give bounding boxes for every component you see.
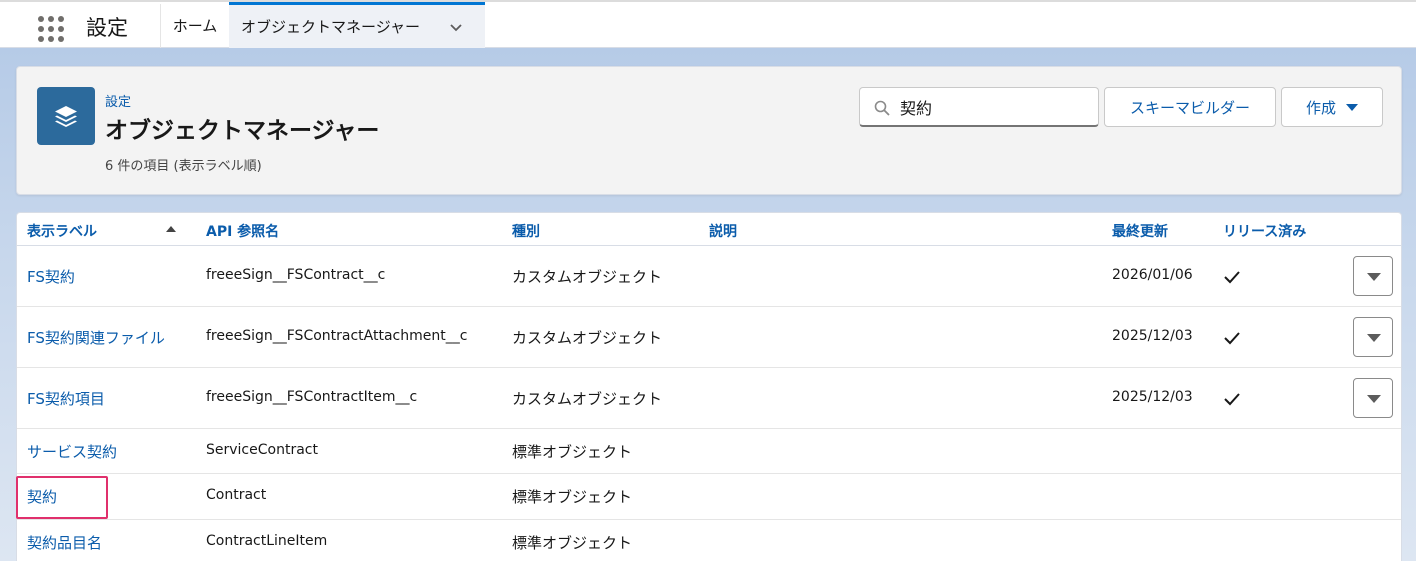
table-row: FS契約項目 freeeSign__FSContractItem__c カスタム…: [17, 368, 1401, 429]
table-row: 契約 Contract 標準オブジェクト: [16, 474, 1401, 520]
item-count: 6 件の項目 (表示ラベル順): [105, 159, 262, 174]
sort-ascending-icon[interactable]: [166, 226, 176, 232]
row-actions-button[interactable]: [1353, 378, 1393, 418]
tab-home[interactable]: ホーム: [161, 2, 229, 48]
checkmark-icon: [1224, 393, 1240, 406]
checkmark-icon: [1224, 271, 1240, 284]
breadcrumb[interactable]: 設定: [105, 91, 131, 110]
api-name: ServiceContract: [206, 442, 318, 458]
object-label-link[interactable]: 契約: [27, 486, 57, 507]
last-updated: 2026/01/06: [1112, 267, 1193, 283]
caret-down-icon: [1367, 334, 1381, 342]
api-name: freeeSign__FSContractItem__c: [206, 389, 418, 405]
object-label-link[interactable]: FS契約関連ファイル: [27, 327, 165, 348]
table-row: FS契約 freeeSign__FSContract__c カスタムオブジェクト…: [17, 246, 1401, 307]
object-label-link[interactable]: 契約品目名: [27, 532, 102, 553]
object-kind: カスタムオブジェクト: [512, 329, 663, 347]
column-header-description[interactable]: 説明: [709, 221, 737, 241]
caret-down-icon: [1367, 273, 1381, 281]
create-label: 作成: [1305, 98, 1336, 117]
caret-down-icon: [1367, 395, 1381, 403]
object-kind: カスタムオブジェクト: [512, 268, 663, 286]
object-kind: カスタムオブジェクト: [512, 390, 663, 408]
column-header-label[interactable]: 表示ラベル: [27, 221, 97, 241]
object-label-link[interactable]: FS契約項目: [27, 388, 105, 409]
page-header: 設定 オブジェクトマネージャー 6 件の項目 (表示ラベル順) スキーマビルダー…: [16, 66, 1402, 195]
column-header-kind[interactable]: 種別: [512, 221, 540, 241]
layers-icon: [37, 87, 95, 145]
api-name: freeeSign__FSContractAttachment__c: [206, 328, 468, 344]
object-label-link[interactable]: FS契約: [27, 266, 75, 287]
column-header-updated[interactable]: 最終更新: [1112, 221, 1168, 241]
caret-down-icon: [1346, 103, 1358, 111]
tab-object-manager-label: オブジェクトマネージャー: [241, 18, 420, 36]
search-box[interactable]: [859, 87, 1099, 127]
table-row: サービス契約 ServiceContract 標準オブジェクト: [17, 429, 1401, 474]
object-kind: 標準オブジェクト: [512, 443, 633, 461]
api-name: Contract: [206, 487, 267, 503]
app-name: 設定: [86, 16, 128, 40]
column-header-deployed[interactable]: リリース済み: [1223, 221, 1306, 241]
table-row: 契約品目名 ContractLineItem 標準オブジェクト: [17, 520, 1401, 561]
column-header-api[interactable]: API 参照名: [206, 221, 279, 241]
api-name: freeeSign__FSContract__c: [206, 267, 386, 283]
app-launcher-icon[interactable]: [34, 12, 64, 42]
tab-object-manager[interactable]: オブジェクトマネージャー: [229, 2, 485, 48]
row-actions-button[interactable]: [1353, 317, 1393, 357]
chevron-down-icon[interactable]: [449, 20, 463, 34]
tab-home-label: ホーム: [172, 16, 218, 35]
api-name: ContractLineItem: [206, 533, 328, 549]
create-button[interactable]: 作成: [1281, 87, 1383, 127]
checkmark-icon: [1224, 332, 1240, 345]
object-table: 表示ラベル API 参照名 種別 説明 最終更新 リリース済み FS契約 fre…: [16, 212, 1402, 561]
schema-builder-label: スキーマビルダー: [1129, 98, 1250, 117]
table-row: FS契約関連ファイル freeeSign__FSContractAttachme…: [17, 307, 1401, 368]
last-updated: 2025/12/03: [1112, 389, 1193, 405]
search-icon: [874, 100, 890, 116]
page-title: オブジェクトマネージャー: [105, 118, 380, 144]
top-navigation: 設定 ホーム オブジェクトマネージャー: [0, 0, 1416, 48]
object-kind: 標準オブジェクト: [512, 534, 633, 552]
object-kind: 標準オブジェクト: [512, 488, 633, 506]
schema-builder-button[interactable]: スキーマビルダー: [1104, 87, 1276, 127]
search-input[interactable]: [900, 96, 1090, 118]
object-label-link[interactable]: サービス契約: [27, 441, 117, 462]
last-updated: 2025/12/03: [1112, 328, 1193, 344]
row-actions-button[interactable]: [1353, 256, 1393, 296]
